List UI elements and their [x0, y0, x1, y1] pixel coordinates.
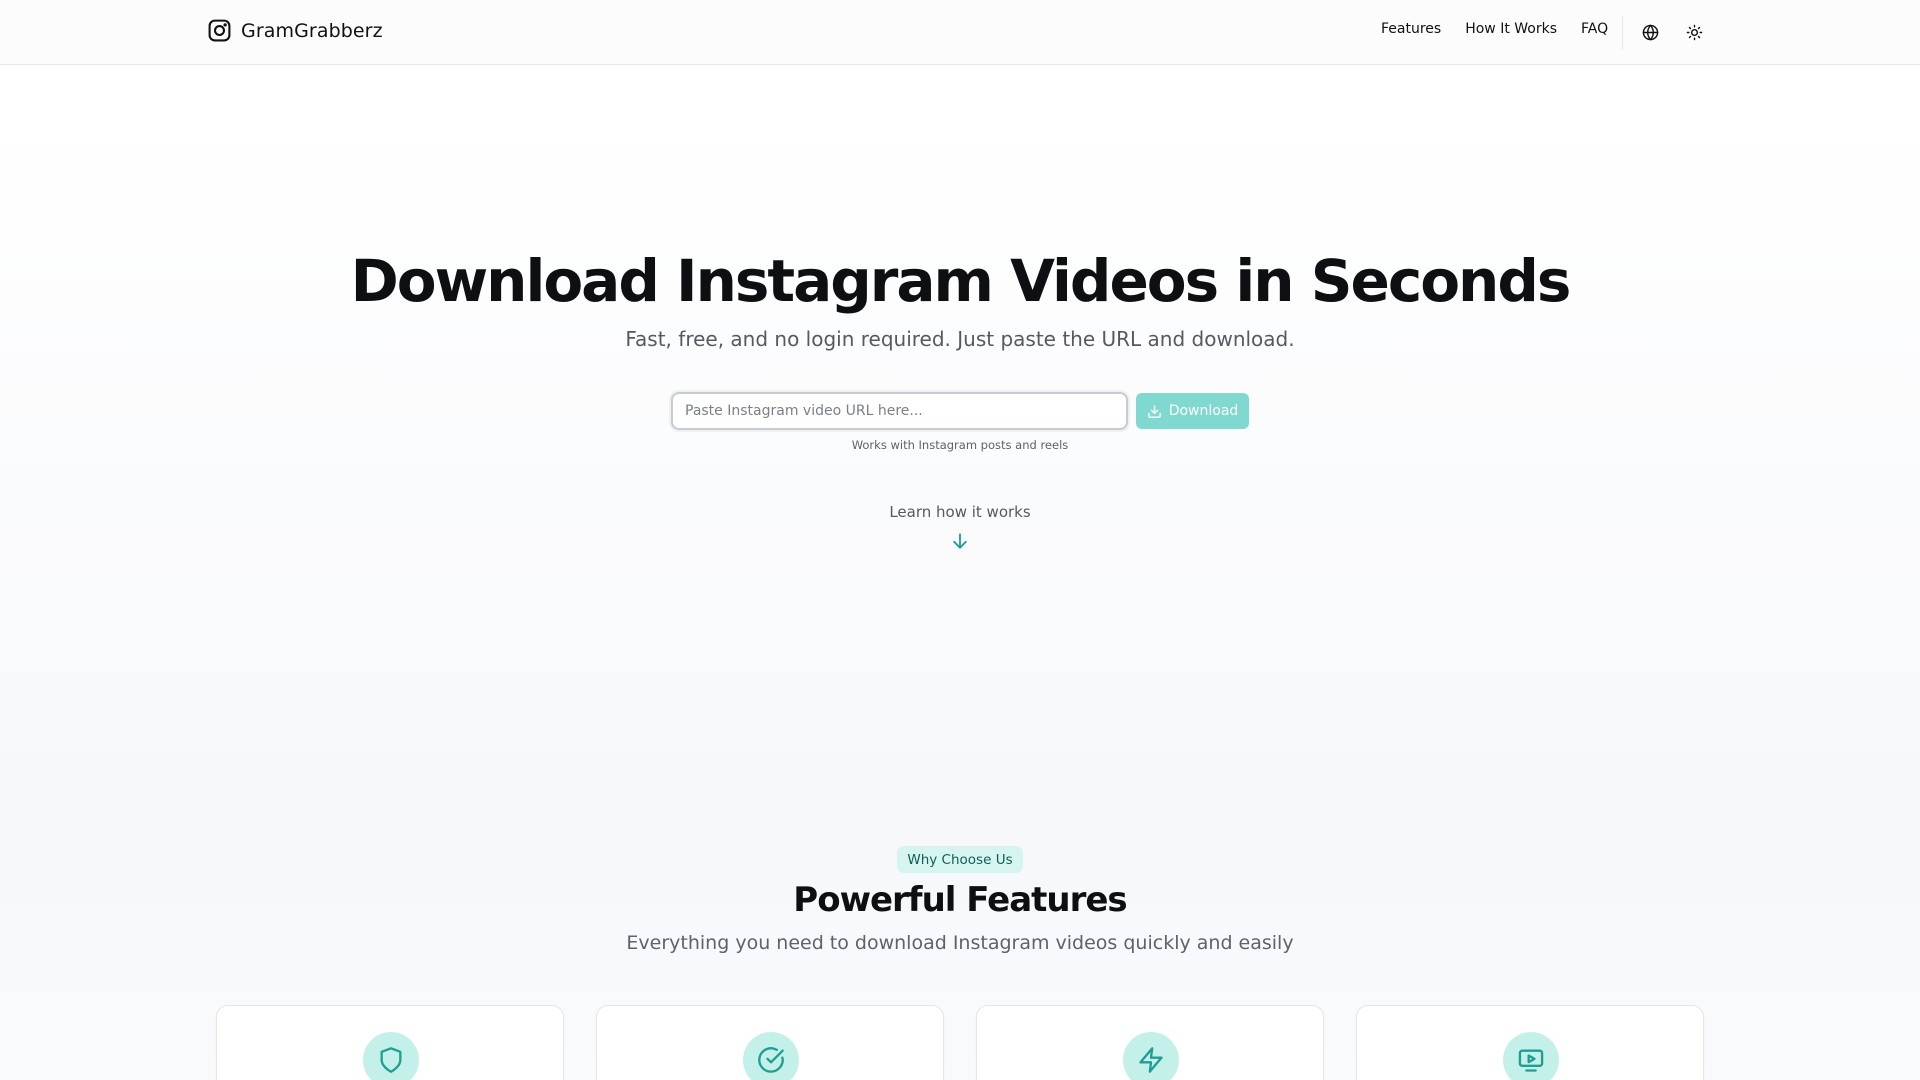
theme-toggle-button[interactable]: [1684, 22, 1704, 42]
url-input[interactable]: [671, 392, 1128, 430]
feature-card: [216, 1005, 564, 1080]
nav-link-faq[interactable]: FAQ: [1581, 21, 1608, 37]
features-subtitle: Everything you need to download Instagra…: [626, 932, 1294, 954]
nav-link-features[interactable]: Features: [1381, 21, 1441, 37]
top-navbar: GramGrabberz Features How It Works FAQ: [0, 0, 1920, 65]
globe-icon: [1642, 24, 1659, 41]
page: GramGrabberz Features How It Works FAQ D…: [0, 0, 1920, 1080]
shield-icon: [377, 1046, 405, 1074]
hero-subtitle: Fast, free, and no login required. Just …: [625, 327, 1295, 351]
feature-card: [596, 1005, 944, 1080]
main-nav: Features How It Works FAQ: [1381, 21, 1608, 37]
feature-card: [976, 1005, 1324, 1080]
feature-icon-circle: [743, 1032, 799, 1080]
hero-title: Download Instagram Videos in Seconds: [350, 247, 1572, 315]
language-button[interactable]: [1640, 22, 1660, 42]
features-title: Powerful Features: [793, 880, 1127, 920]
check-circle-icon: [757, 1046, 785, 1074]
download-button[interactable]: Download: [1136, 393, 1249, 429]
feature-icon-circle: [1503, 1032, 1559, 1080]
section-badge: Why Choose Us: [897, 846, 1023, 873]
nav-link-how-it-works[interactable]: How It Works: [1465, 21, 1557, 37]
sun-icon: [1686, 24, 1703, 41]
brand-logo-link[interactable]: GramGrabberz: [207, 18, 383, 43]
url-form: Download: [671, 392, 1249, 430]
feature-icon-circle: [363, 1032, 419, 1080]
instagram-icon: [207, 18, 232, 43]
feature-icon-circle: [1123, 1032, 1179, 1080]
learn-how-link[interactable]: Learn how it works: [0, 503, 1920, 521]
download-button-label: Download: [1168, 403, 1239, 419]
video-play-icon: [1517, 1046, 1545, 1074]
input-hint: Works with Instagram posts and reels: [851, 438, 1069, 452]
lightning-icon: [1137, 1046, 1165, 1074]
arrow-down-icon[interactable]: [950, 531, 970, 551]
download-icon: [1147, 404, 1162, 419]
feature-card: [1356, 1005, 1704, 1080]
brand-name: GramGrabberz: [241, 19, 383, 42]
nav-divider: [1622, 16, 1623, 50]
